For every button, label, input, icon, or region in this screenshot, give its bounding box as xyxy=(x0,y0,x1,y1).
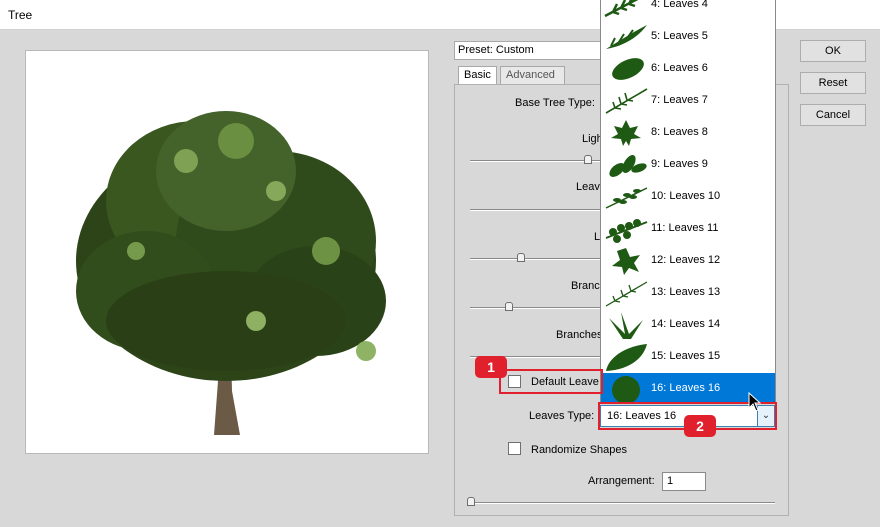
tab-basic[interactable]: Basic xyxy=(458,66,497,84)
leaves-size-slider[interactable] xyxy=(470,258,600,260)
tree-image xyxy=(76,111,386,435)
arrangement-slider[interactable] xyxy=(470,502,775,504)
branches-thickness-label: Branches xyxy=(556,329,603,341)
dropdown-item-label: 16: Leaves 16 xyxy=(651,382,721,394)
cluster-leaf-icon xyxy=(609,154,647,177)
dropdown-item[interactable]: 10: Leaves 10 xyxy=(601,181,775,213)
leaves-size-slider-thumb[interactable] xyxy=(517,253,525,262)
dropdown-item-label: 10: Leaves 10 xyxy=(651,190,721,202)
arrangement-input[interactable]: 1 xyxy=(662,472,706,491)
ok-button[interactable]: OK xyxy=(800,40,866,62)
star-leaf-icon xyxy=(612,248,640,275)
dropdown-item[interactable]: 8: Leaves 8 xyxy=(601,117,775,149)
mouse-cursor-icon xyxy=(748,392,762,412)
light-slider-thumb[interactable] xyxy=(584,155,592,164)
callout-badge-2: 2 xyxy=(684,415,716,437)
dropdown-item[interactable]: 9: Leaves 9 xyxy=(601,149,775,181)
light-slider[interactable] xyxy=(470,160,600,162)
leaves-amount-slider[interactable] xyxy=(470,209,600,211)
dropdown-item[interactable]: 12: Leaves 12 xyxy=(601,245,775,277)
arrangement-label: Arrangement: xyxy=(588,475,655,487)
tree-preview xyxy=(25,50,429,454)
dropdown-item[interactable]: 13: Leaves 13 xyxy=(601,277,775,309)
maple-leaf-icon xyxy=(611,120,641,146)
leaves-type-dropdown-list[interactable]: 4: Leaves 4 5: Leaves 5 6: Leaves 6 7: L… xyxy=(600,0,776,404)
highlight-box-default-leaves xyxy=(499,369,603,394)
dropdown-item[interactable]: 5: Leaves 5 xyxy=(601,21,775,53)
preset-select[interactable]: Preset: Custom xyxy=(454,41,614,60)
branch-height-slider-thumb[interactable] xyxy=(505,302,513,311)
dropdown-item-label: 6: Leaves 6 xyxy=(651,62,708,74)
grass-leaf-icon xyxy=(609,312,643,339)
arrangement-slider-thumb[interactable] xyxy=(467,497,475,506)
dropdown-item[interactable]: 15: Leaves 15 xyxy=(601,341,775,373)
fern-leaf-icon xyxy=(604,0,639,18)
sprig-leaf-icon xyxy=(605,187,648,209)
dropdown-item[interactable]: 11: Leaves 11 xyxy=(601,213,775,245)
dropdown-item-label: 4: Leaves 4 xyxy=(651,0,708,10)
fern-leaf-icon xyxy=(606,25,647,49)
dropdown-item-label: 13: Leaves 13 xyxy=(651,286,721,298)
base-tree-type-label: Base Tree Type: xyxy=(515,97,595,109)
randomize-shapes-label: Randomize Shapes xyxy=(531,444,628,456)
dropdown-item[interactable]: 7: Leaves 7 xyxy=(601,85,775,117)
cancel-button[interactable]: Cancel xyxy=(800,104,866,126)
dropdown-item-label: 8: Leaves 8 xyxy=(651,126,708,138)
dropdown-item-label: 7: Leaves 7 xyxy=(651,94,708,106)
oval-leaf-icon xyxy=(612,58,644,80)
leaves-type-label: Leaves Type: xyxy=(529,410,595,422)
dropdown-item-label: 14: Leaves 14 xyxy=(651,318,721,330)
dropdown-item-label: 11: Leaves 11 xyxy=(651,222,719,234)
branch-height-slider[interactable] xyxy=(470,307,600,309)
round-sprig-leaf-icon xyxy=(605,219,648,243)
feather-leaf-icon xyxy=(605,88,648,114)
dropdown-item-label: 12: Leaves 12 xyxy=(651,254,721,266)
window-title: Tree xyxy=(8,8,33,22)
broad-leaf-icon xyxy=(606,344,647,371)
circle-leaf-icon xyxy=(612,376,640,403)
tab-advanced[interactable]: Advanced xyxy=(500,66,565,84)
dropdown-item-label: 5: Leaves 5 xyxy=(651,30,708,42)
dropdown-item-label: 9: Leaves 9 xyxy=(651,158,708,170)
thin-fern-leaf-icon xyxy=(605,281,648,307)
dropdown-item[interactable]: 6: Leaves 6 xyxy=(601,53,775,85)
dropdown-item-label: 15: Leaves 15 xyxy=(651,350,721,362)
reset-button[interactable]: Reset xyxy=(800,72,866,94)
callout-badge-1: 1 xyxy=(475,356,507,378)
dropdown-item[interactable]: 14: Leaves 14 xyxy=(601,309,775,341)
randomize-shapes-checkbox[interactable] xyxy=(508,442,521,455)
dropdown-item[interactable]: 4: Leaves 4 xyxy=(601,0,775,21)
